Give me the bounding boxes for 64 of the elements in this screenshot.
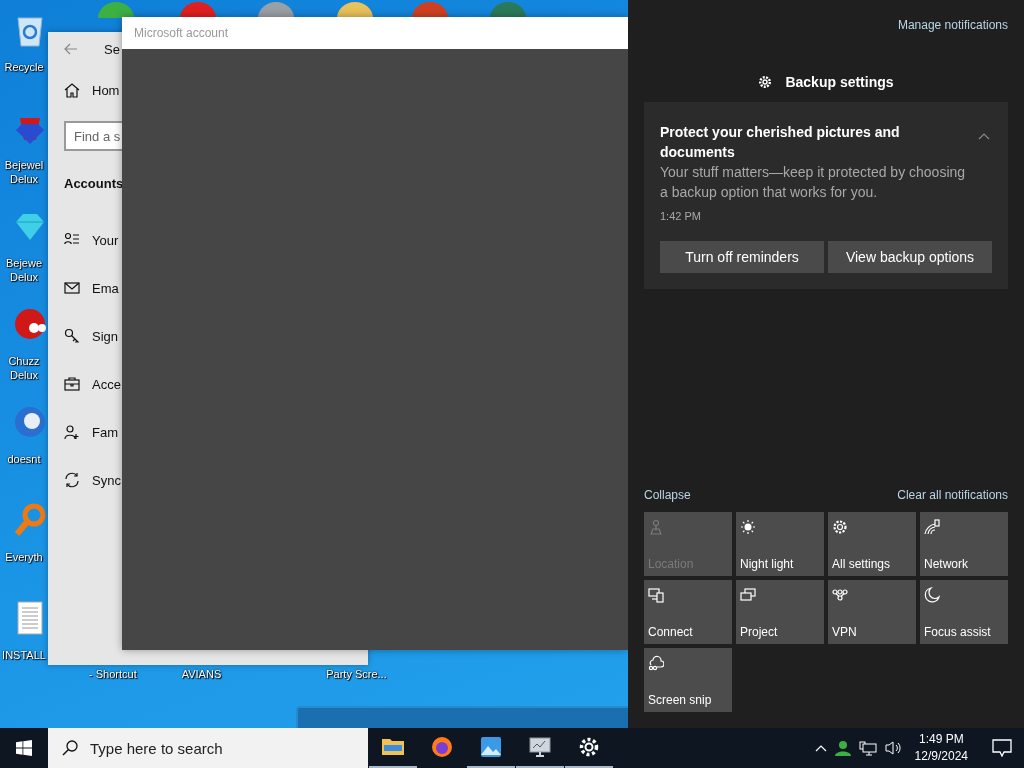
quick-action-tile[interactable]: All settings (828, 512, 916, 576)
quick-action-tile[interactable]: VPN (828, 580, 916, 644)
gear-icon (758, 75, 773, 89)
notification-title: Protect your cherished pictures and documents (660, 123, 901, 162)
clock[interactable]: 1:49 PM 12/9/2024 (910, 731, 972, 765)
search-field[interactable]: Type here to search (88, 738, 332, 758)
window-title: Se (104, 41, 120, 57)
search-box[interactable]: Type here to search (48, 728, 368, 768)
quick-action-tile[interactable]: Connect (644, 580, 732, 644)
briefcase-icon (64, 376, 80, 392)
notification-card[interactable]: Protect your cherished pictures and documents Your stuff matters—keep it protected by choosing a backup option that works for you. 1:42 PM Turn off reminders View backup options (644, 102, 1008, 289)
quick-action-tile[interactable]: Screen snip (644, 648, 732, 712)
quick-action-tile[interactable]: Network (920, 512, 1008, 576)
back-arrow-icon[interactable] (64, 43, 78, 55)
nav-item[interactable]: Hom (48, 66, 368, 114)
nav-item[interactable]: Sign (48, 312, 368, 360)
map-pin-icon (648, 519, 664, 535)
nav-item[interactable]: Acce (48, 360, 368, 408)
vpn-icon (832, 587, 848, 603)
connect-icon (648, 587, 664, 603)
search-icon (62, 740, 78, 756)
window-title: Microsoft account (133, 25, 230, 42)
home-icon (64, 82, 80, 98)
manage-notifications-link[interactable]: Manage notifications (897, 18, 1008, 32)
mail-icon (64, 280, 80, 296)
icon-label[interactable]: Recycle (4, 60, 44, 74)
moon-icon (924, 587, 940, 603)
monitor-icon (528, 735, 552, 759)
quick-action-tile[interactable]: Night light (736, 512, 824, 576)
action-button[interactable]: View backup options (828, 241, 992, 273)
network-icon[interactable] (858, 740, 877, 756)
browser-icon (430, 735, 454, 759)
bird-icon (12, 404, 48, 440)
section-heading: Accounts (64, 176, 125, 191)
person-icon[interactable] (834, 740, 851, 756)
nav-item[interactable]: Fam (48, 408, 368, 456)
quick-action-tile[interactable]: Project (736, 580, 824, 644)
settings-icon (832, 519, 848, 535)
message-icon (992, 739, 1012, 757)
nav-item[interactable]: Sync (48, 456, 368, 504)
icon-label[interactable]: Bejewel Delux (1, 158, 47, 186)
quick-action-tile[interactable]: Focus assist (920, 580, 1008, 644)
photo-icon (479, 735, 503, 759)
scissors-cloud-icon (648, 655, 664, 671)
icon-label[interactable]: Bejewe Delux (1, 256, 47, 284)
action-button[interactable]: Turn off reminders (660, 241, 824, 273)
sun-icon (740, 519, 756, 535)
nav-item[interactable]: Your (48, 216, 368, 264)
project-icon (740, 587, 756, 603)
key-icon (64, 328, 80, 344)
notification-time: 1:42 PM (660, 210, 702, 222)
network-icon (924, 519, 940, 535)
person-add-icon (64, 424, 80, 440)
group-title: Backup settings (785, 74, 894, 90)
windows-logo-icon (16, 740, 32, 756)
collapse-link[interactable]: Collapse (644, 488, 691, 502)
nav-item[interactable]: Ema (48, 264, 368, 312)
volume-icon[interactable] (884, 740, 903, 756)
settings-icon (577, 735, 601, 759)
fuzzball-icon (12, 306, 48, 342)
clear-all-link[interactable]: Clear all notifications (897, 488, 1008, 502)
sync-icon (64, 472, 80, 488)
notification-body: Your stuff matters—keep it protected by choosing a backup option that works for you. (660, 163, 967, 202)
magnifier-icon (12, 502, 48, 538)
